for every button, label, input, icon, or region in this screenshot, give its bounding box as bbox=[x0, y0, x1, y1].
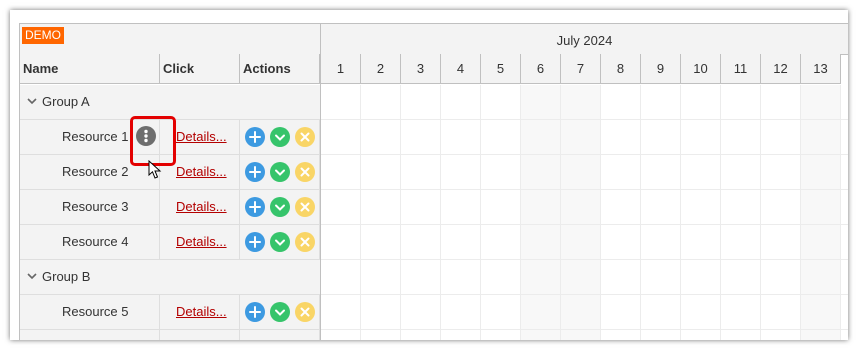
column-header-click[interactable]: Click bbox=[160, 54, 240, 84]
row-header-panel: DEMO Name Click Actions Group A Resource… bbox=[20, 24, 321, 340]
day-header: 8 bbox=[601, 54, 641, 84]
column-header-actions[interactable]: Actions bbox=[240, 54, 320, 84]
timeline-row[interactable] bbox=[321, 85, 848, 120]
actions-cell bbox=[240, 330, 320, 340]
day-header: 13 bbox=[801, 54, 841, 84]
chevron-down-icon[interactable] bbox=[27, 271, 37, 281]
plus-icon[interactable] bbox=[245, 197, 265, 217]
timeline-row[interactable] bbox=[321, 330, 848, 340]
timeline-row[interactable] bbox=[321, 190, 848, 225]
actions-cell bbox=[240, 155, 320, 189]
check-icon[interactable] bbox=[270, 127, 290, 147]
actions-cell bbox=[240, 225, 320, 259]
month-header: July 2024 bbox=[321, 24, 848, 55]
check-icon[interactable] bbox=[270, 302, 290, 322]
click-cell bbox=[160, 330, 240, 340]
resource-row-partial bbox=[20, 330, 320, 340]
close-icon[interactable] bbox=[295, 127, 315, 147]
timeline: July 2024 1 2 3 4 5 6 7 8 9 10 11 12 13 bbox=[321, 24, 848, 340]
check-icon[interactable] bbox=[270, 232, 290, 252]
details-link[interactable]: Details... bbox=[176, 225, 227, 259]
details-link[interactable]: Details... bbox=[176, 155, 227, 189]
check-icon[interactable] bbox=[270, 162, 290, 182]
details-link[interactable]: Details... bbox=[176, 120, 227, 154]
demo-badge: DEMO bbox=[22, 27, 64, 44]
screenshot-frame: DEMO Name Click Actions Group A Resource… bbox=[10, 10, 848, 340]
chevron-down-icon[interactable] bbox=[27, 96, 37, 106]
actions-cell bbox=[240, 190, 320, 224]
resource-name: Resource 2 bbox=[62, 164, 129, 179]
name-cell: Resource 4 bbox=[20, 225, 160, 259]
close-icon[interactable] bbox=[295, 232, 315, 252]
mouse-cursor-icon bbox=[148, 160, 162, 179]
resource-row-3[interactable]: Resource 3 Details... bbox=[20, 190, 320, 225]
click-cell: Details... bbox=[160, 190, 240, 224]
plus-icon[interactable] bbox=[245, 162, 265, 182]
resource-name: Resource 5 bbox=[62, 304, 129, 319]
click-cell: Details... bbox=[160, 295, 240, 329]
details-link[interactable]: Details... bbox=[176, 295, 227, 329]
name-cell: Resource 5 bbox=[20, 295, 160, 329]
day-header: 7 bbox=[561, 54, 601, 84]
day-header: 10 bbox=[681, 54, 721, 84]
day-header: 11 bbox=[721, 54, 761, 84]
day-header: 4 bbox=[441, 54, 481, 84]
day-header: 6 bbox=[521, 54, 561, 84]
close-icon[interactable] bbox=[295, 302, 315, 322]
actions-cell bbox=[240, 120, 320, 154]
group-row-a[interactable]: Group A bbox=[20, 85, 320, 120]
timeline-row[interactable] bbox=[321, 120, 848, 155]
name-cell bbox=[20, 330, 160, 340]
day-header: 2 bbox=[361, 54, 401, 84]
timeline-row[interactable] bbox=[321, 225, 848, 260]
resource-name: Resource 4 bbox=[62, 234, 129, 249]
close-icon[interactable] bbox=[295, 197, 315, 217]
plus-icon[interactable] bbox=[245, 127, 265, 147]
day-header: 5 bbox=[481, 54, 521, 84]
group-row-b[interactable]: Group B bbox=[20, 260, 320, 295]
day-header: 9 bbox=[641, 54, 681, 84]
day-header: 1 bbox=[321, 54, 361, 84]
highlight-box bbox=[130, 116, 176, 166]
resource-name: Resource 3 bbox=[62, 199, 129, 214]
resource-row-5[interactable]: Resource 5 Details... bbox=[20, 295, 320, 330]
plus-icon[interactable] bbox=[245, 232, 265, 252]
click-cell: Details... bbox=[160, 225, 240, 259]
plus-icon[interactable] bbox=[245, 302, 265, 322]
timeline-row[interactable] bbox=[321, 295, 848, 330]
close-icon[interactable] bbox=[295, 162, 315, 182]
check-icon[interactable] bbox=[270, 197, 290, 217]
column-header-name[interactable]: Name bbox=[20, 54, 160, 84]
header-corner bbox=[20, 24, 320, 55]
group-label: Group A bbox=[42, 94, 90, 109]
day-header: 3 bbox=[401, 54, 441, 84]
details-link[interactable]: Details... bbox=[176, 190, 227, 224]
resource-name: Resource 1 bbox=[62, 129, 129, 144]
group-label: Group B bbox=[42, 269, 91, 284]
actions-cell bbox=[240, 295, 320, 329]
timeline-row[interactable] bbox=[321, 155, 848, 190]
timeline-row[interactable] bbox=[321, 260, 848, 295]
scheduler: DEMO Name Click Actions Group A Resource… bbox=[19, 23, 848, 340]
day-header: 12 bbox=[761, 54, 801, 84]
name-cell: Resource 3 bbox=[20, 190, 160, 224]
resource-row-4[interactable]: Resource 4 Details... bbox=[20, 225, 320, 260]
